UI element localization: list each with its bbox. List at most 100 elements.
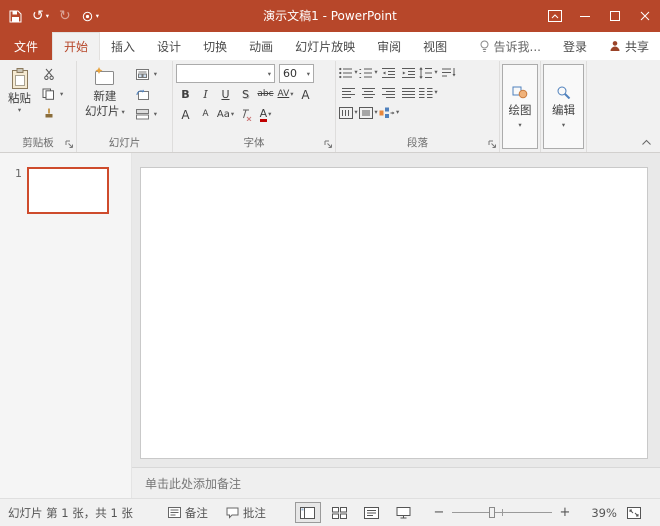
zoom-slider-thumb[interactable] bbox=[489, 507, 495, 518]
ribbon-display-options-icon[interactable] bbox=[540, 0, 570, 32]
tell-me-box[interactable]: 告诉我... bbox=[468, 32, 552, 60]
clipboard-dialog-launcher-icon[interactable] bbox=[65, 140, 74, 149]
bold-button[interactable]: B bbox=[176, 86, 195, 103]
align-text-dropdown-icon[interactable]: ▾ bbox=[374, 109, 377, 116]
font-name-select[interactable]: ▾ bbox=[176, 64, 275, 83]
increase-font-button[interactable]: A bbox=[176, 106, 195, 123]
copy-dropdown-icon[interactable]: ▾ bbox=[60, 90, 63, 98]
tab-review[interactable]: 审阅 bbox=[366, 32, 412, 60]
tab-animations[interactable]: 动画 bbox=[238, 32, 284, 60]
columns-dropdown-icon[interactable]: ▾ bbox=[434, 89, 437, 96]
increase-indent-icon[interactable] bbox=[399, 64, 418, 81]
redo-icon[interactable]: ↻ bbox=[59, 9, 71, 23]
paste-dropdown-icon[interactable]: ▾ bbox=[18, 106, 21, 114]
font-color-dropdown-icon[interactable]: ▾ bbox=[268, 111, 271, 118]
tab-insert[interactable]: 插入 bbox=[100, 32, 146, 60]
strikethrough-button[interactable]: abc bbox=[256, 86, 275, 103]
text-direction-options-icon[interactable]: ▾ bbox=[339, 104, 358, 121]
editing-dropdown-icon[interactable]: ▾ bbox=[562, 121, 565, 129]
font-dialog-launcher-icon[interactable] bbox=[324, 140, 333, 149]
save-icon[interactable] bbox=[9, 10, 22, 23]
smartart-dropdown-icon[interactable]: ▾ bbox=[396, 109, 399, 116]
align-center-icon[interactable] bbox=[359, 84, 378, 101]
sign-in-button[interactable]: 登录 bbox=[552, 32, 598, 60]
tab-transitions[interactable]: 切换 bbox=[192, 32, 238, 60]
format-painter-icon[interactable] bbox=[39, 106, 58, 123]
change-case-dropdown-icon[interactable]: ▾ bbox=[231, 111, 234, 118]
columns-icon[interactable]: ▾ bbox=[419, 84, 438, 101]
new-slide-dropdown-icon[interactable]: ▾ bbox=[122, 108, 125, 116]
qat-customize-icon[interactable]: ▾ bbox=[96, 13, 99, 20]
slide-layout-icon[interactable] bbox=[133, 66, 152, 83]
tab-view[interactable]: 视图 bbox=[412, 32, 458, 60]
copy-icon[interactable] bbox=[39, 86, 58, 103]
slide-layout-dropdown-icon[interactable]: ▾ bbox=[154, 70, 157, 78]
close-button[interactable] bbox=[630, 0, 660, 32]
align-right-icon[interactable] bbox=[379, 84, 398, 101]
touch-mode-icon[interactable]: ▾ bbox=[81, 10, 99, 23]
numbering-dropdown-icon[interactable]: ▾ bbox=[374, 69, 377, 76]
reset-slide-icon[interactable] bbox=[133, 86, 152, 103]
zoom-in-button[interactable]: + bbox=[559, 505, 571, 520]
font-color-button[interactable]: A▾ bbox=[256, 106, 275, 123]
cut-icon[interactable] bbox=[39, 66, 58, 83]
font-name-dropdown-icon[interactable]: ▾ bbox=[268, 70, 271, 78]
slide-sorter-view-button[interactable] bbox=[327, 502, 353, 523]
undo-icon[interactable]: ↺▾ bbox=[32, 9, 49, 23]
line-spacing-dropdown-icon[interactable]: ▾ bbox=[434, 69, 437, 76]
underline-button[interactable]: U bbox=[216, 86, 235, 103]
bullets-icon[interactable]: ▾ bbox=[339, 64, 358, 81]
section-icon[interactable] bbox=[133, 106, 152, 123]
notes-pane[interactable]: 单击此处添加备注 bbox=[132, 467, 660, 498]
zoom-slider[interactable] bbox=[452, 512, 552, 513]
undo-dropdown-icon[interactable]: ▾ bbox=[46, 13, 49, 20]
editing-button[interactable]: 编辑 ▾ bbox=[543, 64, 584, 149]
slide-thumbnail-panel[interactable]: 1 bbox=[0, 153, 132, 498]
zoom-out-button[interactable]: − bbox=[433, 505, 445, 520]
reading-view-button[interactable] bbox=[359, 502, 385, 523]
new-slide-label-line2: 幻灯片 bbox=[85, 104, 120, 118]
italic-button[interactable]: I bbox=[196, 86, 215, 103]
comments-toggle-button[interactable]: 批注 bbox=[217, 499, 275, 526]
zoom-level[interactable]: 39% bbox=[583, 506, 617, 520]
font-size-dropdown-icon[interactable]: ▾ bbox=[307, 70, 310, 78]
share-button[interactable]: 共享 bbox=[598, 32, 660, 60]
drawing-button[interactable]: 绘图 ▾ bbox=[502, 64, 538, 149]
grow-font-button[interactable]: A bbox=[296, 86, 315, 103]
section-dropdown-icon[interactable]: ▾ bbox=[154, 110, 157, 118]
notes-toggle-button[interactable]: 备注 bbox=[159, 499, 217, 526]
tab-design[interactable]: 设计 bbox=[146, 32, 192, 60]
text-shadow-button[interactable]: S bbox=[236, 86, 255, 103]
align-left-icon[interactable] bbox=[339, 84, 358, 101]
bullets-dropdown-icon[interactable]: ▾ bbox=[354, 69, 357, 76]
slide-thumbnail-1[interactable] bbox=[27, 167, 109, 214]
drawing-dropdown-icon[interactable]: ▾ bbox=[518, 121, 521, 129]
fit-slide-to-window-button[interactable] bbox=[627, 507, 641, 519]
tab-home[interactable]: 开始 bbox=[52, 32, 100, 60]
tab-file[interactable]: 文件 bbox=[0, 32, 52, 60]
paragraph-dialog-launcher-icon[interactable] bbox=[488, 140, 497, 149]
normal-view-button[interactable] bbox=[295, 502, 321, 523]
decrease-font-button[interactable]: A bbox=[196, 106, 215, 123]
text-direction-icon[interactable] bbox=[439, 64, 458, 81]
new-slide-button[interactable]: 新建 幻灯片▾ bbox=[80, 64, 130, 135]
character-spacing-button[interactable]: AV▾ bbox=[276, 86, 295, 103]
clear-formatting-icon[interactable] bbox=[236, 106, 255, 123]
align-text-icon[interactable]: ▾ bbox=[359, 104, 378, 121]
decrease-indent-icon[interactable] bbox=[379, 64, 398, 81]
slideshow-view-button[interactable] bbox=[391, 502, 417, 523]
collapse-ribbon-icon[interactable] bbox=[641, 139, 652, 146]
text-direction-dropdown-icon[interactable]: ▾ bbox=[354, 109, 357, 116]
slide-editing-surface[interactable] bbox=[140, 167, 648, 459]
line-spacing-icon[interactable]: ▾ bbox=[419, 64, 438, 81]
paste-button[interactable]: 粘贴 ▾ bbox=[3, 64, 36, 135]
tab-slideshow[interactable]: 幻灯片放映 bbox=[284, 32, 366, 60]
convert-to-smartart-icon[interactable]: ▾ bbox=[379, 104, 399, 121]
minimize-button[interactable] bbox=[570, 0, 600, 32]
numbering-icon[interactable]: ▾ bbox=[359, 64, 378, 81]
font-size-select[interactable]: 60 ▾ bbox=[279, 64, 314, 83]
character-spacing-dropdown-icon[interactable]: ▾ bbox=[290, 91, 293, 98]
change-case-button[interactable]: Aa▾ bbox=[216, 106, 235, 123]
maximize-button[interactable] bbox=[600, 0, 630, 32]
justify-icon[interactable] bbox=[399, 84, 418, 101]
